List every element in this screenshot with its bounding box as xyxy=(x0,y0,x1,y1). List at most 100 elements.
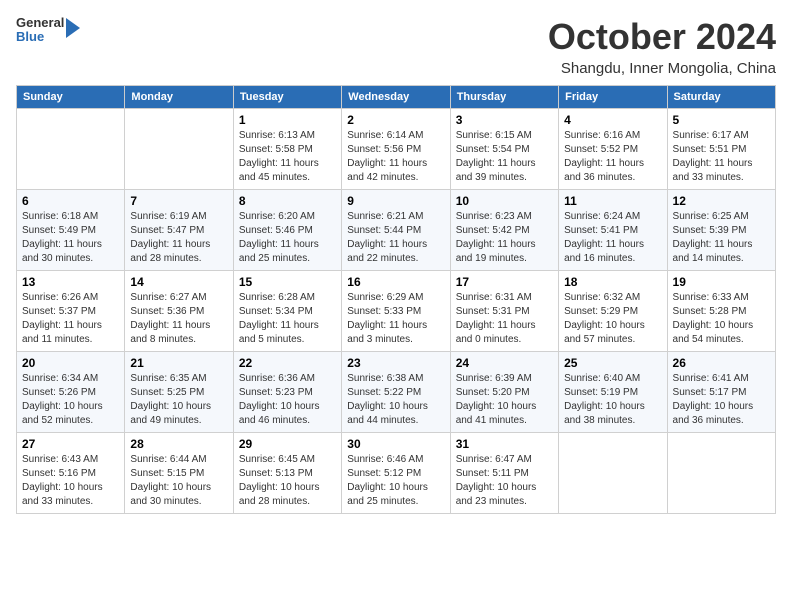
day-number: 14 xyxy=(130,275,227,289)
calendar-cell: 27 Sunrise: 6:43 AM Sunset: 5:16 PM Dayli… xyxy=(17,433,125,514)
day-info: Sunrise: 6:25 AM Sunset: 5:39 PM Dayligh… xyxy=(673,210,770,266)
calendar-cell: 20 Sunrise: 6:34 AM Sunset: 5:26 PM Dayli… xyxy=(17,352,125,433)
day-number: 1 xyxy=(239,113,336,127)
column-header-monday: Monday xyxy=(125,86,233,109)
day-number: 10 xyxy=(456,194,553,208)
day-number: 2 xyxy=(347,113,444,127)
day-number: 31 xyxy=(456,437,553,451)
day-number: 20 xyxy=(22,356,119,370)
day-info: Sunrise: 6:15 AM Sunset: 5:54 PM Dayligh… xyxy=(456,129,553,185)
calendar-cell: 14 Sunrise: 6:27 AM Sunset: 5:36 PM Dayli… xyxy=(125,271,233,352)
calendar-cell: 29 Sunrise: 6:45 AM Sunset: 5:13 PM Dayli… xyxy=(233,433,341,514)
day-info: Sunrise: 6:28 AM Sunset: 5:34 PM Dayligh… xyxy=(239,291,336,347)
day-number: 18 xyxy=(564,275,661,289)
calendar-cell: 18 Sunrise: 6:32 AM Sunset: 5:29 PM Dayli… xyxy=(559,271,667,352)
day-info: Sunrise: 6:16 AM Sunset: 5:52 PM Dayligh… xyxy=(564,129,661,185)
calendar-cell: 16 Sunrise: 6:29 AM Sunset: 5:33 PM Dayli… xyxy=(342,271,450,352)
calendar-cell: 26 Sunrise: 6:41 AM Sunset: 5:17 PM Dayli… xyxy=(667,352,775,433)
calendar-cell: 24 Sunrise: 6:39 AM Sunset: 5:20 PM Dayli… xyxy=(450,352,558,433)
column-header-thursday: Thursday xyxy=(450,86,558,109)
day-number: 15 xyxy=(239,275,336,289)
day-info: Sunrise: 6:45 AM Sunset: 5:13 PM Dayligh… xyxy=(239,453,336,509)
day-number: 25 xyxy=(564,356,661,370)
calendar-cell: 5 Sunrise: 6:17 AM Sunset: 5:51 PM Daylig… xyxy=(667,109,775,190)
day-info: Sunrise: 6:41 AM Sunset: 5:17 PM Dayligh… xyxy=(673,372,770,428)
calendar-cell: 23 Sunrise: 6:38 AM Sunset: 5:22 PM Dayli… xyxy=(342,352,450,433)
day-info: Sunrise: 6:34 AM Sunset: 5:26 PM Dayligh… xyxy=(22,372,119,428)
logo-text: General Blue xyxy=(16,16,64,45)
day-info: Sunrise: 6:21 AM Sunset: 5:44 PM Dayligh… xyxy=(347,210,444,266)
day-number: 27 xyxy=(22,437,119,451)
calendar-week-row: 6 Sunrise: 6:18 AM Sunset: 5:49 PM Daylig… xyxy=(17,190,776,271)
month-title: October 2024 xyxy=(548,16,776,58)
day-number: 5 xyxy=(673,113,770,127)
logo-blue: Blue xyxy=(16,30,64,44)
calendar-cell: 4 Sunrise: 6:16 AM Sunset: 5:52 PM Daylig… xyxy=(559,109,667,190)
calendar-cell xyxy=(125,109,233,190)
calendar-week-row: 27 Sunrise: 6:43 AM Sunset: 5:16 PM Dayli… xyxy=(17,433,776,514)
day-info: Sunrise: 6:17 AM Sunset: 5:51 PM Dayligh… xyxy=(673,129,770,185)
day-number: 22 xyxy=(239,356,336,370)
calendar-cell: 9 Sunrise: 6:21 AM Sunset: 5:44 PM Daylig… xyxy=(342,190,450,271)
column-header-saturday: Saturday xyxy=(667,86,775,109)
calendar-cell: 19Sunrise: 6:33 AM Sunset: 5:28 PM Dayli… xyxy=(667,271,775,352)
day-info: Sunrise: 6:27 AM Sunset: 5:36 PM Dayligh… xyxy=(130,291,227,347)
day-info: Sunrise: 6:24 AM Sunset: 5:41 PM Dayligh… xyxy=(564,210,661,266)
calendar-cell: 7Sunrise: 6:19 AM Sunset: 5:47 PM Daylig… xyxy=(125,190,233,271)
calendar-cell xyxy=(667,433,775,514)
day-number: 30 xyxy=(347,437,444,451)
day-info: Sunrise: 6:13 AM Sunset: 5:58 PM Dayligh… xyxy=(239,129,336,185)
day-number: 11 xyxy=(564,194,661,208)
day-number: 6 xyxy=(22,194,119,208)
day-number: 28 xyxy=(130,437,227,451)
location-title: Shangdu, Inner Mongolia, China xyxy=(548,60,776,77)
calendar-week-row: 13 Sunrise: 6:26 AM Sunset: 5:37 PM Dayli… xyxy=(17,271,776,352)
calendar-cell xyxy=(17,109,125,190)
day-number: 17 xyxy=(456,275,553,289)
header: General Blue October 2024 Shangdu, Inner… xyxy=(16,16,776,77)
day-number: 9 xyxy=(347,194,444,208)
calendar-week-row: 20 Sunrise: 6:34 AM Sunset: 5:26 PM Dayli… xyxy=(17,352,776,433)
calendar-cell: 25Sunrise: 6:40 AM Sunset: 5:19 PM Dayli… xyxy=(559,352,667,433)
day-info: Sunrise: 6:39 AM Sunset: 5:20 PM Dayligh… xyxy=(456,372,553,428)
day-info: Sunrise: 6:36 AM Sunset: 5:23 PM Dayligh… xyxy=(239,372,336,428)
day-info: Sunrise: 6:32 AM Sunset: 5:29 PM Dayligh… xyxy=(564,291,661,347)
day-number: 13 xyxy=(22,275,119,289)
calendar-cell xyxy=(559,433,667,514)
calendar-cell: 15 Sunrise: 6:28 AM Sunset: 5:34 PM Dayli… xyxy=(233,271,341,352)
day-info: Sunrise: 6:46 AM Sunset: 5:12 PM Dayligh… xyxy=(347,453,444,509)
calendar-cell: 28Sunrise: 6:44 AM Sunset: 5:15 PM Dayli… xyxy=(125,433,233,514)
calendar-cell: 6 Sunrise: 6:18 AM Sunset: 5:49 PM Daylig… xyxy=(17,190,125,271)
day-info: Sunrise: 6:38 AM Sunset: 5:22 PM Dayligh… xyxy=(347,372,444,428)
day-number: 26 xyxy=(673,356,770,370)
calendar-cell: 10 Sunrise: 6:23 AM Sunset: 5:42 PM Dayli… xyxy=(450,190,558,271)
day-number: 23 xyxy=(347,356,444,370)
day-info: Sunrise: 6:31 AM Sunset: 5:31 PM Dayligh… xyxy=(456,291,553,347)
title-block: October 2024 Shangdu, Inner Mongolia, Ch… xyxy=(548,16,776,77)
calendar-cell: 3 Sunrise: 6:15 AM Sunset: 5:54 PM Daylig… xyxy=(450,109,558,190)
calendar-cell: 17 Sunrise: 6:31 AM Sunset: 5:31 PM Dayli… xyxy=(450,271,558,352)
calendar-table: SundayMondayTuesdayWednesdayThursdayFrid… xyxy=(16,85,776,514)
calendar-cell: 2Sunrise: 6:14 AM Sunset: 5:56 PM Daylig… xyxy=(342,109,450,190)
day-info: Sunrise: 6:18 AM Sunset: 5:49 PM Dayligh… xyxy=(22,210,119,266)
day-info: Sunrise: 6:29 AM Sunset: 5:33 PM Dayligh… xyxy=(347,291,444,347)
day-number: 4 xyxy=(564,113,661,127)
calendar-cell: 11 Sunrise: 6:24 AM Sunset: 5:41 PM Dayli… xyxy=(559,190,667,271)
day-info: Sunrise: 6:35 AM Sunset: 5:25 PM Dayligh… xyxy=(130,372,227,428)
logo-general: General xyxy=(16,16,64,30)
day-number: 3 xyxy=(456,113,553,127)
calendar-cell: 8Sunrise: 6:20 AM Sunset: 5:46 PM Daylig… xyxy=(233,190,341,271)
day-number: 7 xyxy=(130,194,227,208)
calendar-cell: 31 Sunrise: 6:47 AM Sunset: 5:11 PM Dayli… xyxy=(450,433,558,514)
day-info: Sunrise: 6:47 AM Sunset: 5:11 PM Dayligh… xyxy=(456,453,553,509)
day-info: Sunrise: 6:43 AM Sunset: 5:16 PM Dayligh… xyxy=(22,453,119,509)
day-info: Sunrise: 6:26 AM Sunset: 5:37 PM Dayligh… xyxy=(22,291,119,347)
calendar-cell: 30 Sunrise: 6:46 AM Sunset: 5:12 PM Dayli… xyxy=(342,433,450,514)
calendar-cell: 22 Sunrise: 6:36 AM Sunset: 5:23 PM Dayli… xyxy=(233,352,341,433)
day-number: 16 xyxy=(347,275,444,289)
day-number: 24 xyxy=(456,356,553,370)
day-info: Sunrise: 6:23 AM Sunset: 5:42 PM Dayligh… xyxy=(456,210,553,266)
day-number: 8 xyxy=(239,194,336,208)
day-info: Sunrise: 6:33 AM Sunset: 5:28 PM Dayligh… xyxy=(673,291,770,347)
day-number: 29 xyxy=(239,437,336,451)
